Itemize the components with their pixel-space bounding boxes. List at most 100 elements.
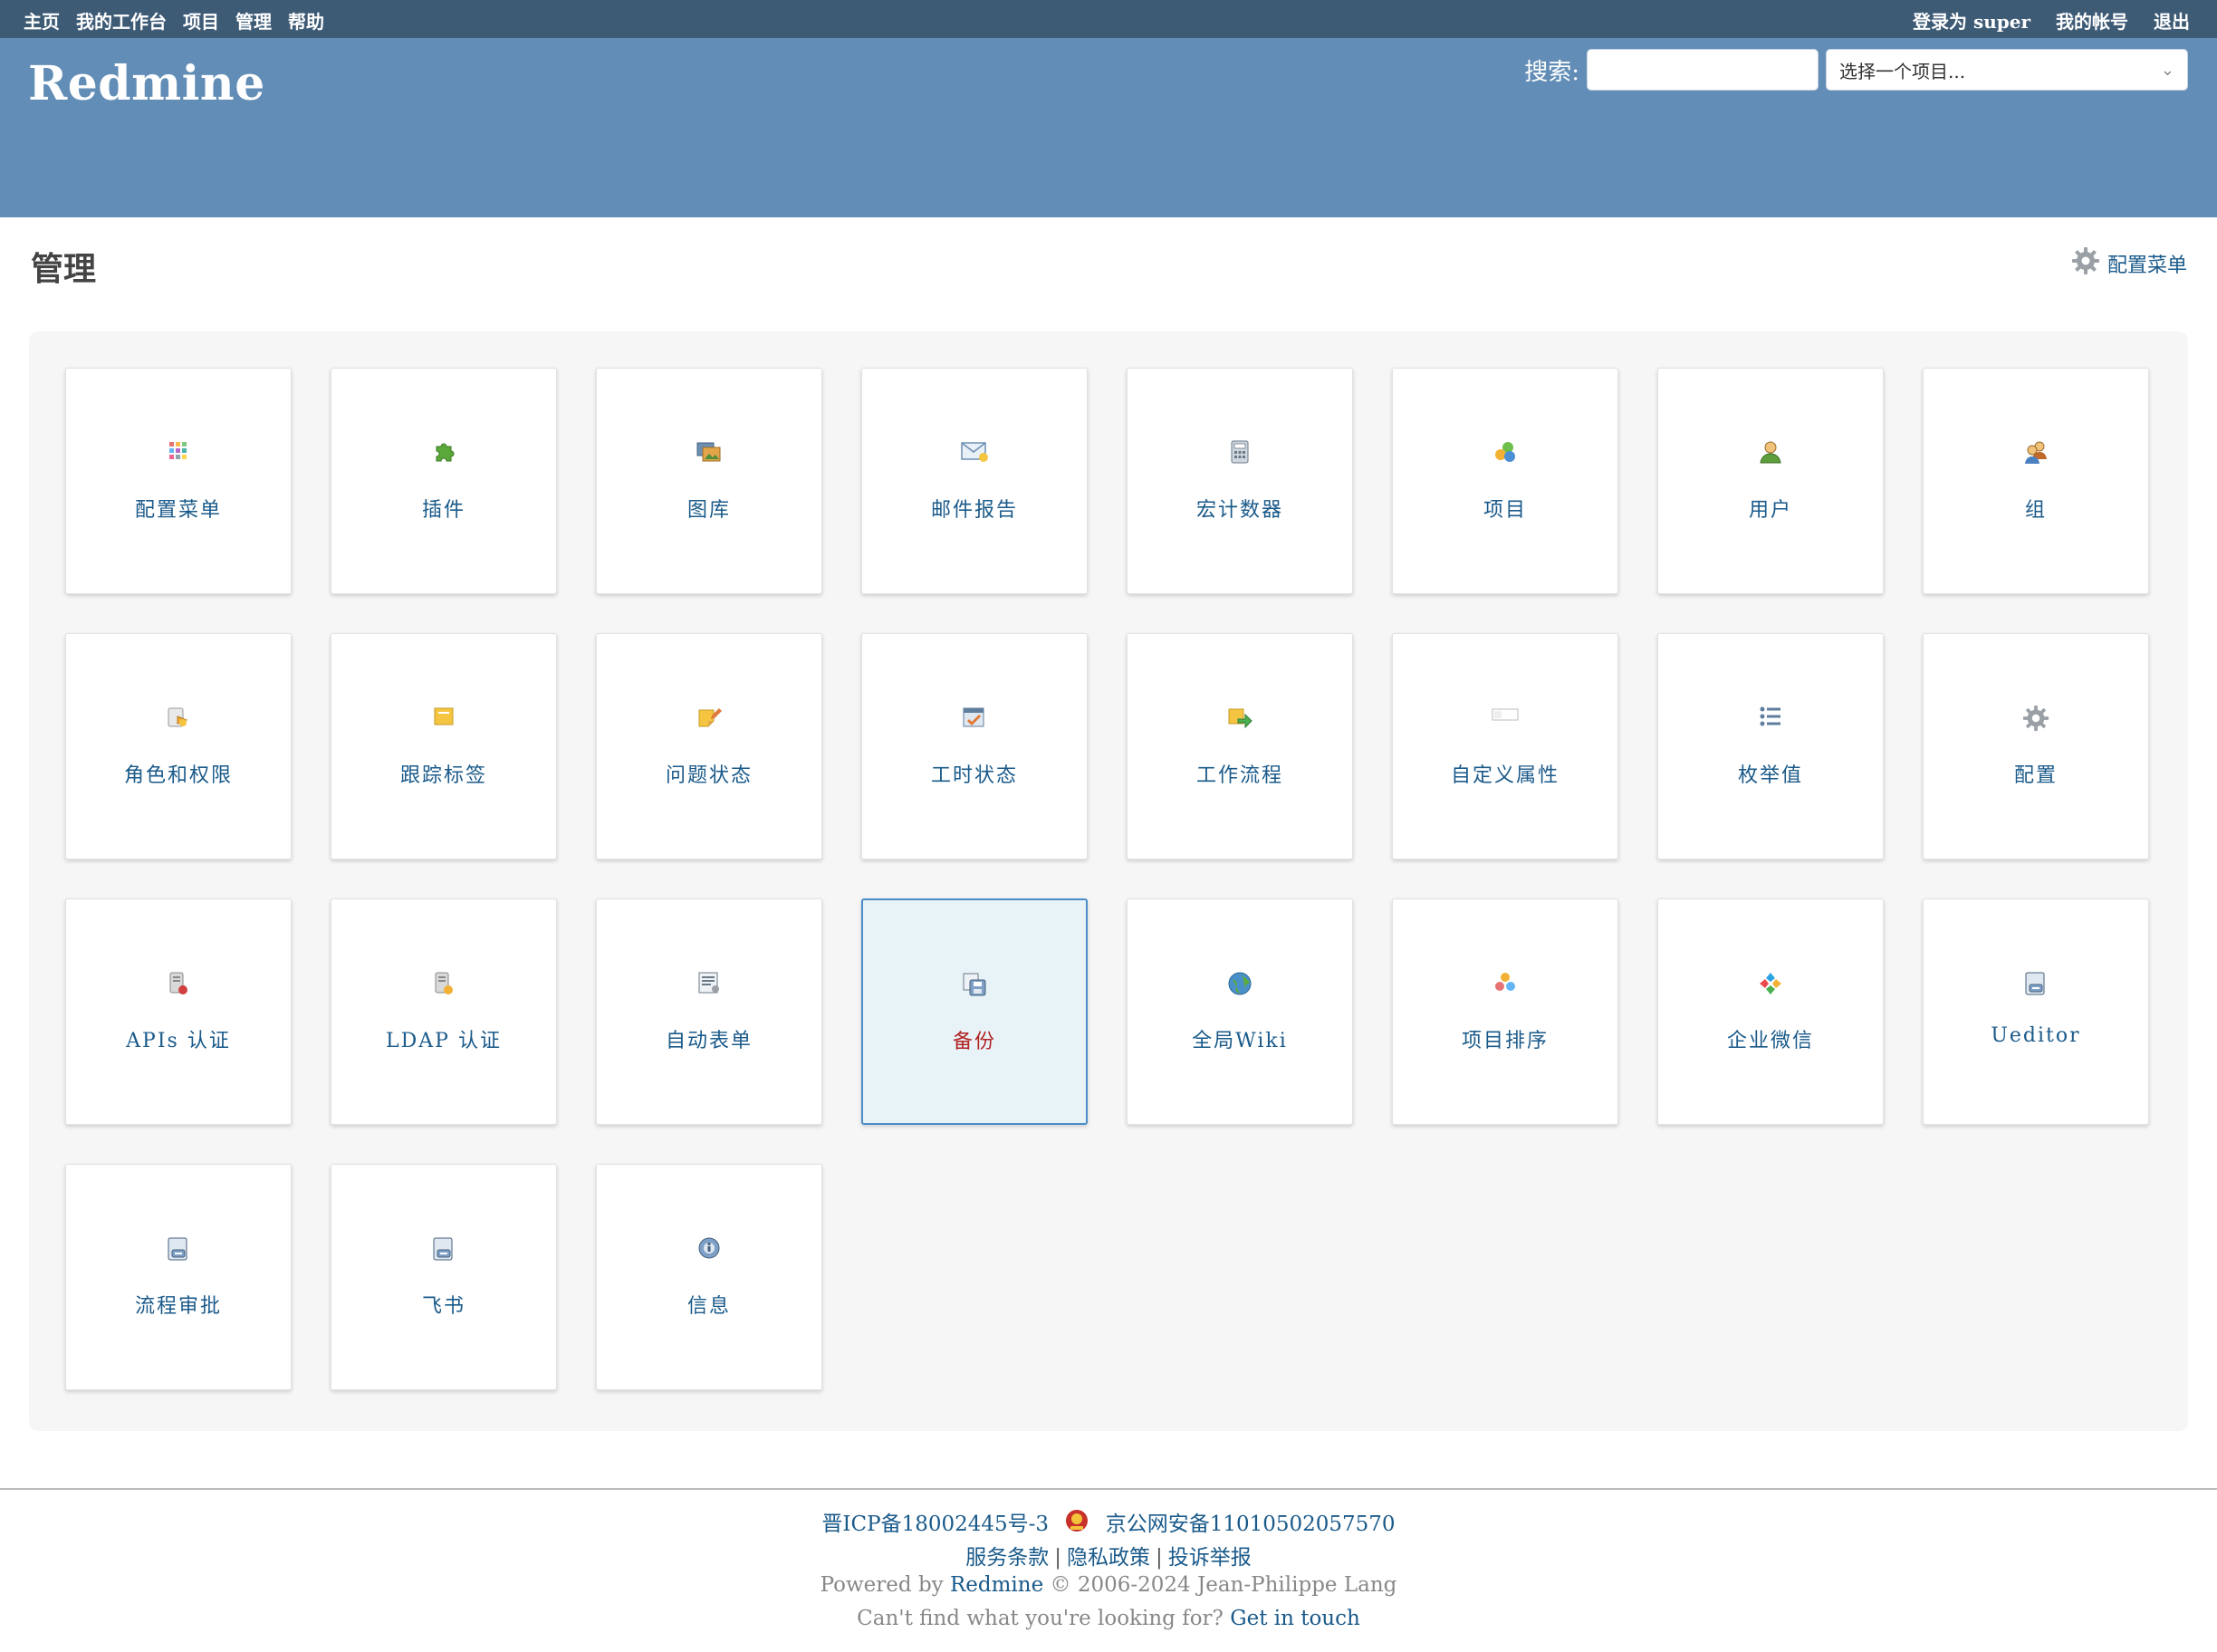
admin-tile-label: 全局Wiki (1192, 1030, 1288, 1052)
quick-search: 搜索: 选择一个项目... ⌄ (1524, 49, 2188, 91)
admin-tile[interactable]: 跟踪标签 (331, 633, 557, 860)
admin-tile-label: 自定义属性 (1450, 764, 1560, 787)
admin-tile-label: 企业微信 (1726, 1030, 1814, 1052)
custom-field-icon (1393, 705, 1617, 732)
separator: | (1054, 1546, 1061, 1570)
admin-tile-label: 备份 (952, 1031, 996, 1053)
separator: | (1156, 1546, 1163, 1570)
admin-tile[interactable]: 配置菜单 (65, 368, 292, 594)
police-badge-icon (1064, 1508, 1089, 1539)
admin-menu-panel: 配置菜单 插件 图库 邮件报告 宏计数器 项目 用户 组角色和权限 跟踪标签 问题状态 工时状态 工作… (29, 331, 2188, 1431)
menu-help-link[interactable]: 帮助 (288, 7, 324, 34)
list-icon (1658, 705, 1883, 732)
header: Redmine 搜索: 选择一个项目... ⌄ (0, 38, 2217, 217)
admin-tile[interactable]: APIs 认证 (65, 898, 292, 1125)
globe-icon (1128, 970, 1352, 997)
logout-link[interactable]: 退出 (2154, 7, 2190, 34)
email-icon (862, 439, 1087, 466)
admin-tile[interactable]: 图库 (596, 368, 822, 594)
my-account-link[interactable]: 我的帐号 (2056, 7, 2128, 34)
redmine-link[interactable]: Redmine (950, 1573, 1043, 1597)
plugin-icon (331, 439, 556, 466)
approval-icon (66, 1235, 291, 1263)
search-input[interactable] (1587, 49, 1819, 91)
admin-tile[interactable]: LDAP 认证 (331, 898, 557, 1125)
admin-tile-label: 组 (2024, 499, 2047, 522)
menu-admin-link[interactable]: 管理 (235, 7, 272, 34)
logged-as: 登录为 super (1913, 7, 2030, 34)
admin-tile-label: 工作流程 (1195, 764, 1283, 787)
gear-icon (2071, 246, 2100, 281)
info-icon (597, 1235, 821, 1263)
admin-tile-label: 流程审批 (134, 1295, 222, 1318)
admin-tile[interactable]: 自动表单 (596, 898, 822, 1125)
logged-as-prefix: 登录为 (1912, 11, 1967, 33)
top-menu: 主页 我的工作台 项目 管理 帮助 登录为 super 我的帐号 退出 (0, 0, 2217, 38)
admin-tile-label: 跟踪标签 (399, 764, 487, 787)
admin-tile-label: 飞书 (421, 1295, 465, 1318)
sort-icon (1393, 970, 1617, 997)
admin-tile[interactable]: 角色和权限 (65, 633, 292, 860)
cant-find-text: Can't find what you're looking for? (857, 1607, 1224, 1630)
copyright-text: © 2006-2024 Jean-Philippe Lang (1050, 1573, 1397, 1597)
get-in-touch-link[interactable]: Get in touch (1230, 1607, 1360, 1630)
admin-tile-label: 宏计数器 (1195, 499, 1283, 522)
police-record-link[interactable]: 京公网安备11010502057570 (1106, 1513, 1396, 1536)
editor-icon (1924, 970, 2148, 997)
admin-tile-label: 自动表单 (665, 1030, 753, 1052)
menu-my-page-link[interactable]: 我的工作台 (76, 7, 167, 34)
admin-tile[interactable]: Ueditor (1923, 898, 2149, 1125)
wecom-icon (1658, 970, 1883, 997)
admin-tile[interactable]: 工时状态 (861, 633, 1088, 860)
admin-tile[interactable]: 插件 (331, 368, 557, 594)
admin-tile[interactable]: 组 (1923, 368, 2149, 594)
menu-home-link[interactable]: 主页 (24, 7, 60, 34)
admin-tile[interactable]: 飞书 (331, 1164, 557, 1390)
admin-tile[interactable]: 用户 (1657, 368, 1884, 594)
admin-tile-label: LDAP 认证 (386, 1030, 502, 1052)
gallery-icon (597, 439, 821, 466)
complaint-link[interactable]: 投诉举报 (1168, 1546, 1252, 1570)
api-auth-icon (66, 970, 291, 997)
menu-projects-link[interactable]: 项目 (183, 7, 219, 34)
admin-tile-label: 项目 (1483, 499, 1527, 522)
projects-icon (1393, 439, 1617, 466)
admin-tile[interactable]: 工作流程 (1127, 633, 1353, 860)
admin-tile[interactable]: 枚举值 (1657, 633, 1884, 860)
admin-tile[interactable]: 企业微信 (1657, 898, 1884, 1125)
admin-tile[interactable]: 全局Wiki (1127, 898, 1353, 1125)
logged-user-link[interactable]: super (1973, 11, 2030, 33)
terms-link[interactable]: 服务条款 (965, 1546, 1049, 1570)
admin-tile-label: 问题状态 (665, 764, 753, 787)
admin-tile[interactable]: 项目排序 (1392, 898, 1618, 1125)
admin-tile[interactable]: 项目 (1392, 368, 1618, 594)
admin-tile-label: 枚举值 (1737, 764, 1803, 787)
admin-tile[interactable]: 配置 (1923, 633, 2149, 860)
chevron-down-icon: ⌄ (2160, 60, 2174, 80)
admin-tile-label: APIs 认证 (126, 1030, 231, 1052)
privacy-link[interactable]: 隐私政策 (1067, 1546, 1150, 1570)
admin-tile[interactable]: 备份 (861, 898, 1088, 1125)
project-jump-select[interactable]: 选择一个项目... ⌄ (1826, 49, 2188, 91)
icp-link[interactable]: 晋ICP备18002445号-3 (821, 1513, 1049, 1536)
auto-form-icon (597, 970, 821, 997)
config-menu-link[interactable]: 配置菜单 (2071, 246, 2187, 281)
site-title[interactable]: Redmine (28, 56, 265, 111)
tracker-icon (331, 705, 556, 732)
admin-tile[interactable]: 信息 (596, 1164, 822, 1390)
page-title: 管理 (31, 250, 97, 288)
settings-gear-icon (1924, 705, 2148, 732)
issue-status-icon (597, 705, 821, 732)
admin-tile-label: 工时状态 (930, 764, 1018, 787)
admin-tile[interactable]: 宏计数器 (1127, 368, 1353, 594)
admin-tile[interactable]: 流程审批 (65, 1164, 292, 1390)
admin-tile-label: 项目排序 (1461, 1030, 1549, 1052)
admin-tile-label: Ueditor (1991, 1024, 2081, 1047)
admin-tile[interactable]: 问题状态 (596, 633, 822, 860)
workflow-icon (1128, 705, 1352, 732)
ldap-icon (331, 970, 556, 997)
admin-tile[interactable]: 邮件报告 (861, 368, 1088, 594)
project-jump-label: 选择一个项目... (1839, 60, 1966, 82)
admin-tile-label: 配置 (2013, 764, 2058, 787)
admin-tile[interactable]: 自定义属性 (1392, 633, 1618, 860)
